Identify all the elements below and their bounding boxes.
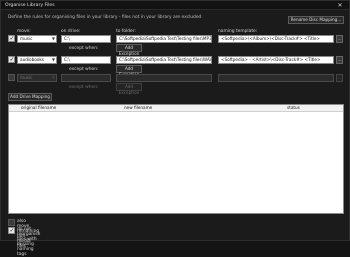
rule-1-move-select[interactable]: music ▼ [17, 35, 57, 43]
move-column-label: move: [17, 29, 31, 34]
to-folder-column-label: to folder: [116, 29, 136, 34]
column-header-new-filename[interactable]: new filename [124, 105, 152, 111]
on-drive-column-label: on drive: [61, 29, 81, 34]
rule-1-add-exception-button[interactable]: Add Exception [116, 44, 142, 56]
move-non-media-checkbox[interactable] [8, 219, 15, 226]
rule-3-template-field[interactable] [218, 74, 334, 82]
rule-2-drive-field[interactable]: C:\ [61, 56, 111, 64]
rule-3-drive-field[interactable] [61, 74, 111, 82]
column-header-status[interactable]: status [287, 105, 300, 111]
rule-2-browse-button[interactable]: ... [336, 56, 343, 64]
add-drive-mapping-button[interactable]: Add Drive Mapping [8, 93, 52, 101]
rule-1-drive-field[interactable]: C:\ [61, 35, 111, 43]
rule-3-move-value: music [20, 75, 33, 80]
skip-missing-tags-checkbox[interactable] [8, 227, 15, 234]
chevron-down-icon: ▼ [51, 36, 55, 41]
preview-table[interactable]: original filename new filename status [8, 104, 344, 214]
rule-2-move-value: audiobooks [20, 57, 44, 62]
rule-3-browse-button[interactable]: ... [336, 74, 343, 82]
rule-2-template-field[interactable]: <Softpedia> - <Artist>\<Disc-Track#> <Ti… [218, 56, 334, 64]
table-header: original filename new filename status [9, 105, 343, 112]
description-text: Define the rules for organising files in… [8, 15, 202, 20]
rule-3-folder-field[interactable] [116, 74, 212, 82]
rule-1-move-value: music [20, 36, 33, 41]
naming-template-column-label: naming template: [218, 29, 258, 34]
rule-3-enabled-checkbox[interactable] [8, 74, 15, 81]
skip-missing-tags-label: do not reorganise files with missing nam… [17, 227, 41, 257]
rule-1-folder-field[interactable]: C:\Softpedia\Softpedia Test\Testing file… [116, 35, 212, 43]
rule-1-enabled-checkbox[interactable] [8, 35, 15, 42]
rule-2-enabled-checkbox[interactable] [8, 56, 15, 63]
chevron-down-icon: ▼ [51, 75, 55, 80]
rule-2-add-exception-button[interactable]: Add Exception [116, 65, 142, 77]
rule-2-move-select[interactable]: audiobooks ▼ [17, 56, 57, 64]
rule-3-move-select[interactable]: music ▼ [17, 74, 57, 82]
window-title: Organise Library Files [5, 3, 55, 8]
rule-1-browse-button[interactable]: ... [336, 35, 343, 43]
rule-1-except-when-label: except when: [69, 46, 99, 51]
rule-2-folder-field[interactable]: C:\Softpedia\Softpedia Test\Testing file… [116, 56, 212, 64]
rule-3-except-when-label: except when: [69, 85, 99, 90]
rule-2-except-when-label: except when: [69, 67, 99, 72]
chevron-down-icon: ▼ [51, 57, 55, 62]
organise-library-window: Organise Library Files ✕ Define the rule… [0, 0, 350, 257]
title-bar: Organise Library Files ✕ [1, 1, 349, 10]
rename-disc-mapping-button[interactable]: Rename Disc Mapping... [288, 16, 344, 24]
rule-3-add-exception-button[interactable]: Add Exception [116, 83, 142, 95]
rule-1-template-field[interactable]: <Softpedia>\<Album>\<Disc-Track#> <Title… [218, 35, 334, 43]
close-icon[interactable]: ✕ [334, 2, 346, 9]
column-header-original-filename[interactable]: original filename [21, 105, 56, 111]
